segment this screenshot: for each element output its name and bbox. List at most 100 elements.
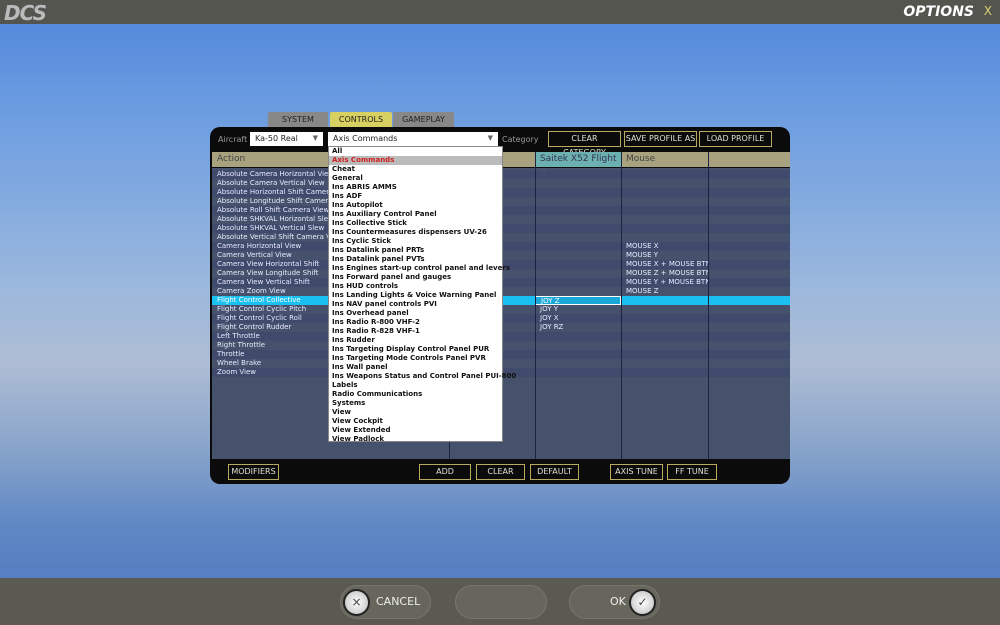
load-profile-button[interactable]: LOAD PROFILE [699, 131, 772, 147]
default-button[interactable]: DEFAULT [530, 464, 579, 480]
joystick-binding-cell[interactable]: JOY Y [535, 305, 621, 314]
category-option[interactable]: View Padlock [329, 435, 502, 444]
modifiers-button[interactable]: MODIFIERS [228, 464, 279, 480]
mouse-binding-cell[interactable]: MOUSE X + MOUSE BTN [621, 260, 708, 269]
joystick-binding-cell[interactable]: JOY RZ [535, 323, 621, 332]
category-option[interactable]: Ins Datalink panel PRTs [329, 246, 502, 255]
mouse-binding-cell[interactable] [621, 368, 708, 377]
joystick-binding-cell[interactable] [535, 368, 621, 377]
empty-binding-cell[interactable] [708, 296, 790, 305]
empty-binding-cell[interactable] [708, 341, 790, 350]
empty-binding-cell[interactable] [708, 287, 790, 296]
joystick-binding-cell[interactable] [535, 224, 621, 233]
mouse-binding-cell[interactable] [621, 179, 708, 188]
category-option[interactable]: Ins Targeting Display Control Panel PUR [329, 345, 502, 354]
mouse-binding-cell[interactable] [621, 170, 708, 179]
joystick-binding-cell[interactable] [535, 359, 621, 368]
tab-gameplay[interactable]: GAMEPLAY [393, 112, 454, 128]
category-option[interactable]: Ins Forward panel and gauges [329, 273, 502, 282]
save-profile-button[interactable]: SAVE PROFILE AS [624, 131, 697, 147]
empty-binding-cell[interactable] [708, 269, 790, 278]
empty-binding-cell[interactable] [708, 314, 790, 323]
mouse-binding-cell[interactable] [621, 350, 708, 359]
column-header-joystick[interactable]: Saitek X52 Flight C [535, 152, 621, 179]
category-option[interactable]: Ins Wall panel [329, 363, 502, 372]
category-option[interactable]: Ins Auxiliary Control Panel [329, 210, 502, 219]
joystick-binding-cell[interactable] [535, 206, 621, 215]
mouse-binding-cell[interactable]: MOUSE Z + MOUSE BTN [621, 269, 708, 278]
category-option[interactable]: Ins Collective Stick [329, 219, 502, 228]
close-icon[interactable]: X [984, 4, 992, 18]
joystick-binding-cell[interactable]: JOY X [535, 314, 621, 323]
empty-binding-cell[interactable] [708, 359, 790, 368]
empty-binding-cell[interactable] [708, 332, 790, 341]
mouse-binding-cell[interactable]: MOUSE X [621, 242, 708, 251]
category-option[interactable]: View [329, 408, 502, 417]
aircraft-select[interactable]: Ka-50 Real ▼ [250, 132, 323, 146]
empty-binding-cell[interactable] [708, 260, 790, 269]
category-option[interactable]: View Cockpit [329, 417, 502, 426]
mouse-binding-cell[interactable] [621, 296, 708, 305]
mouse-binding-cell[interactable] [621, 305, 708, 314]
joystick-binding-cell[interactable] [535, 170, 621, 179]
joystick-binding-cell[interactable] [535, 260, 621, 269]
category-option[interactable]: Ins Radio R-828 VHF-1 [329, 327, 502, 336]
category-option[interactable]: Ins NAV panel controls PVI [329, 300, 502, 309]
empty-binding-cell[interactable] [708, 305, 790, 314]
category-option[interactable]: Systems [329, 399, 502, 408]
joystick-binding-cell[interactable] [535, 197, 621, 206]
mouse-binding-cell[interactable] [621, 188, 708, 197]
axis-tune-button[interactable]: AXIS TUNE [610, 464, 663, 480]
category-option[interactable]: Ins Cyclic Stick [329, 237, 502, 246]
joystick-binding-cell[interactable] [535, 287, 621, 296]
category-option[interactable]: Ins Datalink panel PVTs [329, 255, 502, 264]
mouse-binding-cell[interactable] [621, 314, 708, 323]
empty-binding-cell[interactable] [708, 170, 790, 179]
category-option[interactable]: Ins HUD controls [329, 282, 502, 291]
category-option[interactable]: All [329, 147, 502, 156]
clear-category-button[interactable]: CLEAR CATEGORY [548, 131, 621, 157]
tab-system[interactable]: SYSTEM [268, 112, 328, 128]
joystick-binding-cell[interactable] [535, 251, 621, 260]
category-option[interactable]: General [329, 174, 502, 183]
category-select[interactable]: Axis Commands ▼ [328, 132, 498, 146]
joystick-binding-cell[interactable] [535, 188, 621, 197]
category-option[interactable]: Ins Overhead panel [329, 309, 502, 318]
category-option[interactable]: Ins Landing Lights & Voice Warning Panel [329, 291, 502, 300]
mouse-binding-cell[interactable] [621, 341, 708, 350]
cancel-button[interactable]: × CANCEL [340, 585, 431, 619]
empty-binding-cell[interactable] [708, 215, 790, 224]
category-option[interactable]: Ins Autopilot [329, 201, 502, 210]
mouse-binding-cell[interactable] [621, 233, 708, 242]
joystick-binding-cell[interactable]: JOY Z [535, 296, 621, 305]
column-header-mouse[interactable]: Mouse [621, 152, 708, 167]
category-option[interactable]: Ins ABRIS AMMS [329, 183, 502, 192]
mouse-binding-cell[interactable]: MOUSE Y + MOUSE BTN [621, 278, 708, 287]
joystick-binding-cell[interactable] [535, 242, 621, 251]
mouse-binding-cell[interactable] [621, 206, 708, 215]
category-option[interactable]: Radio Communications [329, 390, 502, 399]
category-option[interactable]: Labels [329, 381, 502, 390]
ff-tune-button[interactable]: FF TUNE [667, 464, 717, 480]
category-option[interactable]: Ins ADF [329, 192, 502, 201]
clear-button[interactable]: CLEAR [476, 464, 525, 480]
mouse-binding-cell[interactable] [621, 323, 708, 332]
empty-binding-cell[interactable] [708, 197, 790, 206]
empty-binding-cell[interactable] [708, 350, 790, 359]
category-option[interactable]: Axis Commands [329, 156, 502, 165]
mouse-binding-cell[interactable] [621, 224, 708, 233]
empty-binding-cell[interactable] [708, 179, 790, 188]
category-option[interactable]: Ins Targeting Mode Controls Panel PVR [329, 354, 502, 363]
category-option[interactable]: Ins Rudder [329, 336, 502, 345]
empty-binding-cell[interactable] [708, 368, 790, 377]
empty-binding-cell[interactable] [708, 278, 790, 287]
joystick-binding-cell[interactable] [535, 350, 621, 359]
ok-button[interactable]: OK ✓ [569, 585, 660, 619]
empty-binding-cell[interactable] [708, 251, 790, 260]
add-button[interactable]: ADD [419, 464, 471, 480]
category-option[interactable]: Cheat [329, 165, 502, 174]
mouse-binding-cell[interactable]: MOUSE Z [621, 287, 708, 296]
joystick-binding-cell[interactable] [535, 332, 621, 341]
empty-binding-cell[interactable] [708, 233, 790, 242]
joystick-binding-cell[interactable] [535, 278, 621, 287]
